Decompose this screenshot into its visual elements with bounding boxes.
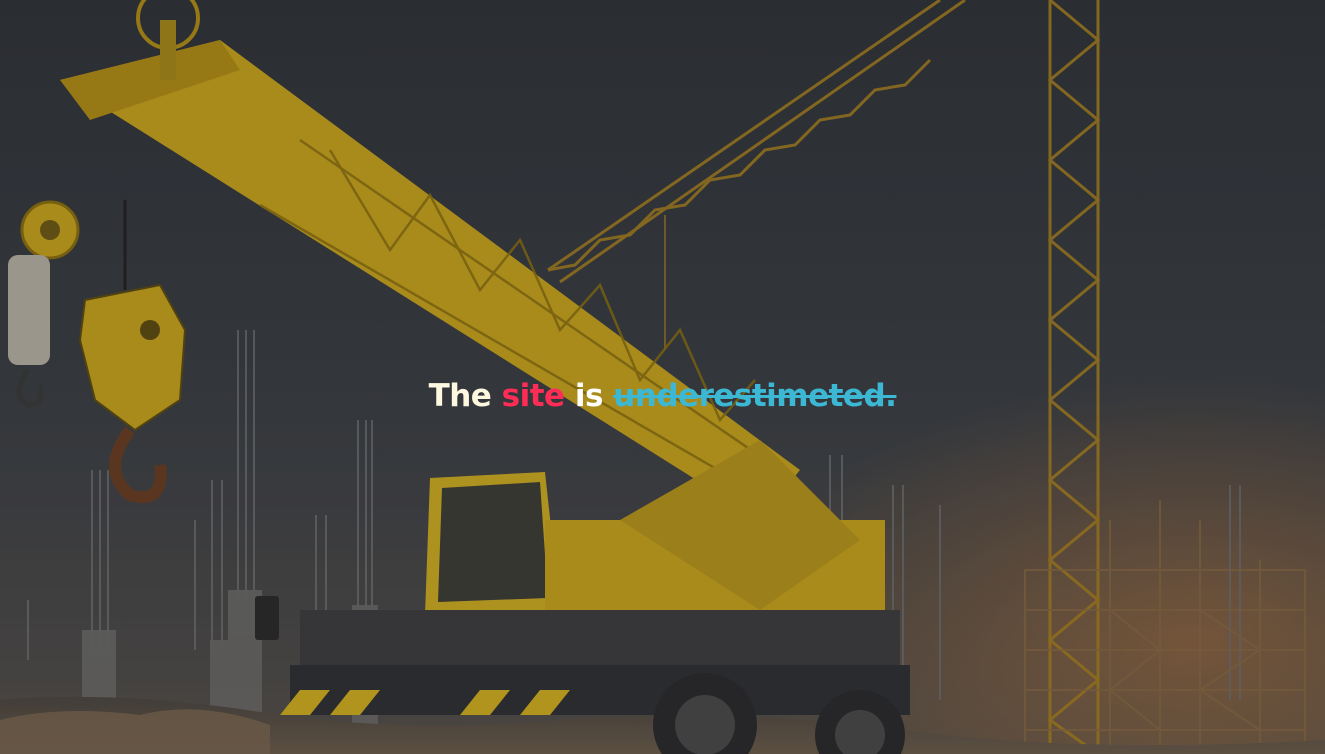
hero-section: The site is underestimeted. [0, 0, 1325, 754]
hero-headline: The site is underestimeted. [0, 372, 1325, 420]
headline-word-the: The [428, 378, 492, 414]
headline-word-strikethrough: underestimeted. [613, 378, 897, 414]
headline-word-is: is [574, 378, 604, 414]
headline-word-site: site [501, 378, 565, 414]
